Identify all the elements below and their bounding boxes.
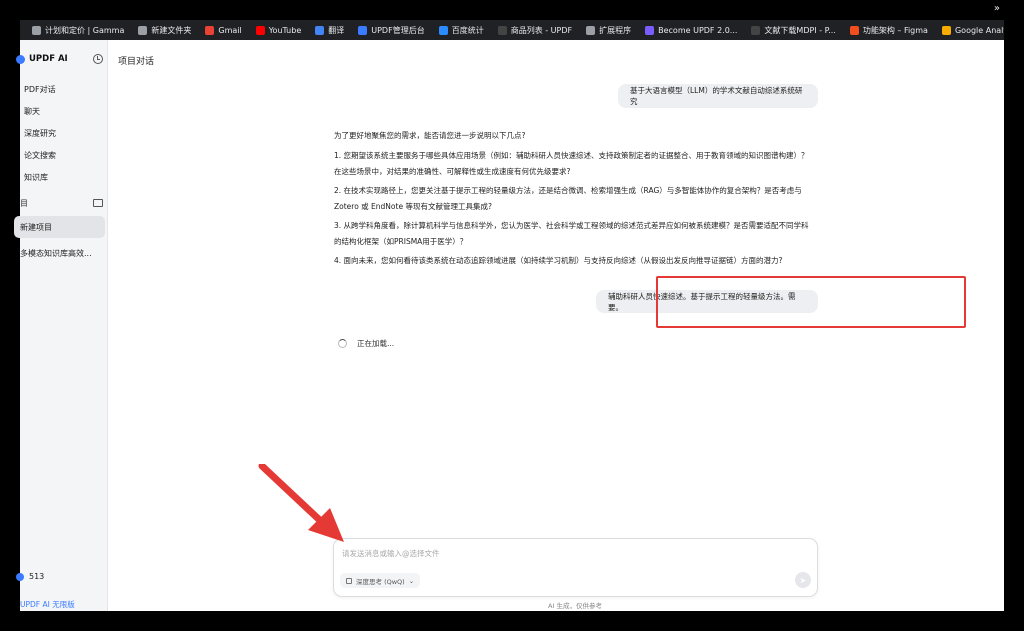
sidebar-item-label: PDF对话 xyxy=(24,85,56,94)
bookmark-label: Gmail xyxy=(218,25,242,35)
send-button[interactable]: ➤ xyxy=(795,572,811,588)
loading-indicator: 正在加载... xyxy=(338,338,394,349)
user-reply-text: 辅助科研人员快速综述。基于提示工程的轻量级方法。需要。 xyxy=(608,291,796,312)
assistant-message: 为了更好地聚焦您的需求，能否请您进一步说明以下几点? 1. 您期望该系统主要服务… xyxy=(334,128,814,272)
main-panel: 项目对话 基于大语言模型（LLM）的学术文献自动综述系统研究 为了更好地聚焦您的… xyxy=(108,40,1004,611)
list-item: 1. 您期望该系统主要服务于哪些具体应用场景（例如：辅助科研人员快速综述、支持政… xyxy=(334,151,809,176)
credits-icon xyxy=(16,572,24,581)
new-project-label: 新建项目 xyxy=(20,222,52,232)
bookmark-label: 文献下载MDPI - P... xyxy=(764,25,836,35)
bookmark-item[interactable]: YouTube xyxy=(255,25,302,35)
sidebar-item-label: 深度研究 xyxy=(24,129,56,138)
sidebar-item-pdf-chat[interactable]: PDF对话 xyxy=(14,84,56,95)
bookmark-favicon-icon xyxy=(586,25,596,35)
bookmark-favicon-icon xyxy=(751,25,761,35)
bookmark-favicon-icon xyxy=(205,25,215,35)
send-icon: ➤ xyxy=(799,575,807,585)
bookmark-favicon-icon xyxy=(32,25,41,35)
user-reply: 辅助科研人员快速综述。基于提示工程的轻量级方法。需要。 xyxy=(596,290,818,313)
bookmark-item[interactable]: 百度统计 xyxy=(438,25,484,36)
bookmark-label: 百度统计 xyxy=(451,25,484,35)
bookmark-item[interactable]: Google Analytics |... xyxy=(941,25,1004,35)
updf-logo-icon xyxy=(16,54,25,64)
chat-icon xyxy=(14,108,20,116)
page-title: 项目对话 xyxy=(118,57,155,67)
brand-name: UPDF AI xyxy=(29,54,68,64)
sidebar-item-paper-search[interactable]: 论文搜索 xyxy=(14,150,56,161)
bookmark-favicon-icon xyxy=(849,25,859,35)
bookmark-item[interactable]: 商品列表 - UPDF xyxy=(497,25,573,36)
sidebar-item-knowledge-base[interactable]: 知识库 xyxy=(14,172,48,183)
bookmark-favicon-icon xyxy=(315,25,325,35)
bookmark-label: YouTube xyxy=(268,25,302,35)
spinner-icon xyxy=(338,339,347,348)
brand: UPDF AI xyxy=(16,54,68,64)
model-icon xyxy=(346,577,352,584)
assistant-points: 1. 您期望该系统主要服务于哪些具体应用场景（例如：辅助科研人员快速综述、支持政… xyxy=(334,148,814,269)
bookmark-item[interactable]: UPDF管理后台 xyxy=(358,25,425,36)
bookmark-favicon-icon xyxy=(255,25,265,35)
bookmark-item[interactable]: 文献下载MDPI - P... xyxy=(751,25,836,36)
sidebar-item-new-project[interactable]: 新建项目 xyxy=(14,216,105,238)
bookmark-label: 扩展程序 xyxy=(599,25,632,35)
credits[interactable]: 513 xyxy=(16,572,44,581)
bookmark-label: Google Analytics |... xyxy=(954,25,1004,35)
sidebar-item-label: 论文搜索 xyxy=(24,151,56,160)
pdf-icon xyxy=(14,86,20,94)
chevron-down-icon: ⌄ xyxy=(408,576,415,585)
bookmark-label: 商品列表 - UPDF xyxy=(510,25,573,35)
assistant-intro: 为了更好地聚焦您的需求，能否请您进一步说明以下几点? xyxy=(334,131,526,140)
plan-label[interactable]: UPDF AI 无限版 xyxy=(20,599,75,610)
sidebar-item-kb-project[interactable]: 多模态知识库高效... xyxy=(14,248,104,259)
knowledge-base-icon xyxy=(14,174,20,182)
model-select[interactable]: 深度思考 (QwQ) ⌄ xyxy=(340,573,421,588)
user-message: 基于大语言模型（LLM）的学术文献自动综述系统研究 xyxy=(618,84,818,108)
bookmark-item[interactable]: 功能架构 – Figma xyxy=(849,25,928,36)
new-folder-icon[interactable] xyxy=(93,199,103,207)
bookmark-label: 翻译 xyxy=(328,25,345,35)
bookmark-favicon-icon xyxy=(358,25,368,35)
app-window: UPDF AI PDF对话 聊天 深度研究 论文搜索 知识库 目 新建项目 多模… xyxy=(14,40,1004,611)
ai-disclaimer: AI 生成，仅供参考 xyxy=(548,602,602,610)
search-icon xyxy=(14,152,20,160)
bookmark-item[interactable]: 新建文件夹 xyxy=(138,25,191,36)
bookmark-label: 计划和定价 | Gamma xyxy=(45,25,125,35)
credits-count: 513 xyxy=(29,572,45,581)
projects-section-label: 目 xyxy=(20,199,28,208)
bookmark-label: Become UPDF 2.0... xyxy=(658,25,738,35)
bookmark-favicon-icon xyxy=(138,25,148,35)
bookmark-favicon-icon xyxy=(645,25,655,35)
research-icon xyxy=(14,130,20,138)
bookmark-favicon-icon xyxy=(438,25,448,35)
loading-text: 正在加载... xyxy=(357,339,395,348)
bookmark-favicon-icon xyxy=(497,25,507,35)
bookmarks-bar: 计划和定价 | Gamma 新建文件夹 Gmail YouTube 翻译 UPDF管理后台… xyxy=(20,20,1004,40)
bookmark-item[interactable]: 翻译 xyxy=(315,25,344,36)
sidebar-item-chat[interactable]: 聊天 xyxy=(14,106,40,117)
bookmark-item[interactable]: Gmail xyxy=(205,25,242,35)
sidebar: UPDF AI PDF对话 聊天 深度研究 论文搜索 知识库 目 新建项目 多模… xyxy=(14,40,108,611)
list-item: 2. 在技术实现路径上，您更关注基于提示工程的轻量级方法，还是结合微调、检索增强… xyxy=(334,186,802,211)
bookmark-favicon-icon xyxy=(941,25,951,35)
sidebar-item-label: 知识库 xyxy=(24,173,48,182)
bookmark-item[interactable]: 计划和定价 | Gamma xyxy=(32,25,124,36)
user-message-text: 基于大语言模型（LLM）的学术文献自动综述系统研究 xyxy=(630,86,803,106)
message-input[interactable] xyxy=(342,546,782,560)
bookmark-label: 功能架构 – Figma xyxy=(862,25,928,35)
bookmark-item[interactable]: Become UPDF 2.0... xyxy=(645,25,738,35)
bookmark-label: 新建文件夹 xyxy=(151,25,192,35)
model-label: 深度思考 (QwQ) xyxy=(356,577,405,586)
history-icon[interactable] xyxy=(93,54,103,64)
sidebar-item-deep-research[interactable]: 深度研究 xyxy=(14,128,56,139)
bookmark-item[interactable]: 扩展程序 xyxy=(586,25,631,36)
bookmarks-more-button[interactable]: » xyxy=(994,3,1000,14)
list-item: 3. 从跨学科角度看，除计算机科学与信息科学外，您认为医学、社会科学或工程领域的… xyxy=(334,221,809,246)
message-composer: 深度思考 (QwQ) ⌄ ➤ xyxy=(333,538,818,597)
list-item: 4. 面向未来，您如何看待该类系统在动态追踪领域进展（如持续学习机制）与支持反向… xyxy=(334,256,783,265)
bookmark-label: UPDF管理后台 xyxy=(371,25,425,35)
sidebar-item-label: 聊天 xyxy=(24,107,40,116)
